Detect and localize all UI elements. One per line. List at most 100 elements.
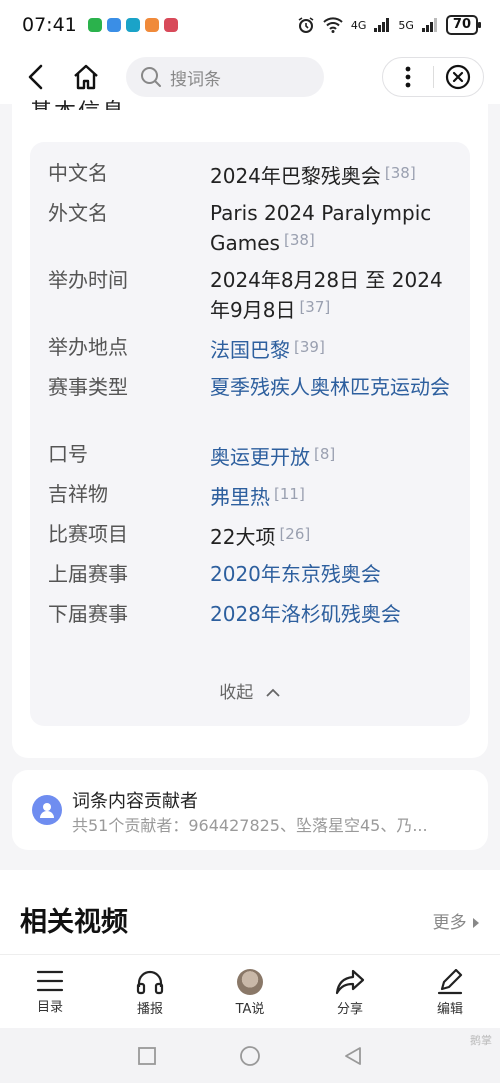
toolbar-label: 目录 [36,1000,63,1015]
recents-square-icon[interactable] [137,1046,157,1066]
close-button[interactable] [434,58,484,96]
citation-ref[interactable]: [11] [274,485,305,503]
home-button[interactable] [66,57,106,97]
info-row-label: 口号 [48,442,88,466]
collapse-button[interactable]: 收起 [30,678,470,703]
info-row: 赛事类型 夏季残疾人奥林匹克运动会 [48,374,458,401]
mini-program-capsule [382,57,484,97]
info-row: 外文名 Paris 2024 Paralympic Games [38] [48,200,458,257]
info-row: 中文名 2024年巴黎残奥会 [38] [48,160,458,190]
info-row-label: 下届赛事 [48,602,128,626]
basic-info-card: 基本信息 中文名 2024年巴黎残奥会[38] 外文名 Paris 2024 P… [12,100,488,758]
app-icon-blue [106,18,121,32]
wechat-icon [87,18,102,32]
toolbar-label: TA说 [235,1002,265,1017]
status-indicators: 4G 5G 70 [297,15,482,35]
info-row-value-link[interactable]: 2028年洛杉矶残奥会 [210,601,420,628]
info-row-value-link[interactable]: 弗里热 [11] [210,481,458,511]
contributor-avatar [32,795,62,825]
app-icon-red [163,18,178,32]
share-icon [335,969,365,995]
citation-ref[interactable]: [38] [385,164,416,182]
citation-ref[interactable]: [39] [294,338,325,356]
info-row-label: 外文名 [48,201,108,225]
status-time: 07:41 [22,14,77,36]
toolbar-item-toc[interactable]: 目录 [0,955,100,1028]
toolbar-label: 分享 [336,1002,363,1017]
status-bar: 07:41 4G 5G 70 [0,0,500,50]
collapse-label: 收起 [219,683,254,703]
list-icon [36,970,64,992]
info-row: 口号 奥运更开放 [8] [48,441,458,471]
info-row-label: 举办时间 [48,268,128,292]
pencil-icon [437,969,463,995]
info-row: 吉祥物 弗里热 [11] [48,481,458,511]
info-row-value-link[interactable]: 法国巴黎 [39] [210,334,458,364]
headphones-icon [136,970,164,995]
more-vertical-icon [405,66,411,88]
info-row: 上届赛事 2020年东京残奥会 [48,561,458,588]
citation-ref[interactable]: [38] [284,231,315,249]
info-row: 举办时间 2024年8月28日 至 2024年9月8日 [37] [48,267,458,324]
signal-icon-2 [421,18,437,32]
info-row-value: 2024年8月28日 至 2024年9月8日 [37] [210,268,443,322]
battery-indicator: 70 [445,15,482,35]
wifi-icon [323,17,343,33]
avatar [237,969,263,995]
toolbar-item-ta-say[interactable]: TA说 [200,955,300,1028]
citation-ref[interactable]: [26] [279,525,310,543]
watermark: 鹅掌 [470,1034,492,1047]
search-input[interactable]: 搜词条 [126,57,324,97]
toolbar-item-edit[interactable]: 编辑 [400,955,500,1028]
toolbar-item-broadcast[interactable]: 播报 [100,955,200,1028]
chevron-up-icon [266,688,280,697]
app-icon-teal [125,18,140,32]
info-table: 中文名 2024年巴黎残奥会 [38] 外文名 Paris 2024 Paraly… [30,142,470,726]
app-icon-orange [144,18,159,32]
user-icon [40,803,54,818]
info-row-value-link[interactable]: 2020年东京残奥会 [210,561,458,588]
info-row: 下届赛事 2028年洛杉矶残奥会 [48,601,458,628]
more-button[interactable] [383,58,433,96]
toolbar-item-share[interactable]: 分享 [300,955,400,1028]
info-row-label: 比赛项目 [48,522,128,546]
network-4g-label: 4G [350,18,367,32]
info-row-label: 中文名 [48,161,108,185]
info-row-label: 举办地点 [48,335,128,359]
caret-right-icon [473,918,479,928]
alarm-icon [298,17,314,33]
citation-ref[interactable]: [37] [299,298,330,316]
search-placeholder: 搜词条 [170,69,221,90]
info-row-value-link[interactable]: 奥运更开放 [8] [210,441,458,471]
related-videos-section: 相关视频 更多 [0,870,500,954]
info-row-value: Paris 2024 Paralympic Games [38] [210,201,432,255]
home-icon [74,64,98,90]
system-navigation-bar [0,1028,500,1083]
info-row: 比赛项目 22大项 [26] [48,521,458,551]
contributors-list: 共51个贡献者：964427825、坠落星空45、乃... [72,816,428,835]
info-row: 举办地点 法国巴黎 [39] [48,334,458,364]
more-label: 更多 [432,913,467,933]
signal-icon [374,18,390,32]
back-button[interactable] [16,57,56,97]
toolbar-label: 播报 [136,1002,163,1017]
network-5g-label: 5G [398,18,414,32]
related-videos-title: 相关视频 [20,907,128,938]
bottom-toolbar: 目录 播报 TA说 分享 编辑 [0,954,500,1028]
more-link[interactable]: 更多 [433,908,480,933]
info-row-label: 上届赛事 [48,562,128,586]
contributors-card[interactable]: 词条内容贡献者 共51个贡献者：964427825、坠落星空45、乃... [12,770,488,850]
back-triangle-icon[interactable] [343,1046,363,1066]
search-icon [141,67,161,87]
info-row-label: 吉祥物 [48,482,108,506]
info-row-value-link[interactable]: 夏季残疾人奥林匹克运动会 [210,374,458,401]
close-circle-icon [446,64,471,90]
info-row-value: 22大项 [26] [210,525,311,549]
contributors-title: 词条内容贡献者 [72,791,198,812]
toolbar-label: 编辑 [436,1002,463,1017]
section-heading: 基本信息 [30,94,126,110]
chevron-left-icon [28,64,43,90]
info-row-label: 赛事类型 [48,375,128,399]
citation-ref[interactable]: [8] [314,445,335,463]
home-circle-icon[interactable] [239,1045,261,1067]
